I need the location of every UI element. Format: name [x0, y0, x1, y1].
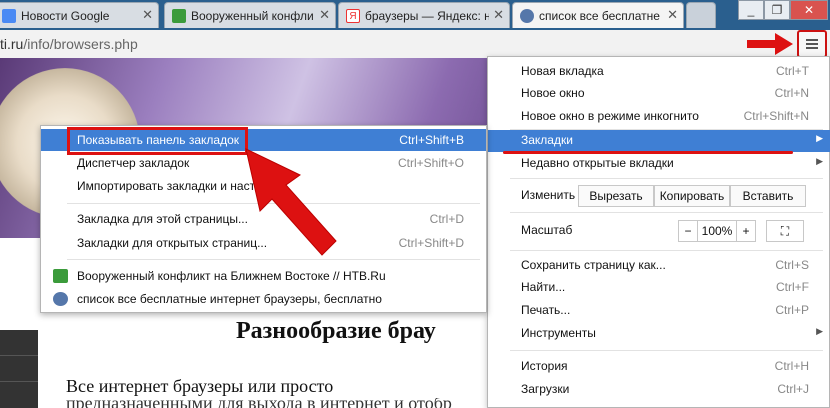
- menu-label: Новая вкладка: [521, 64, 604, 78]
- menu-shortcut: Ctrl+H: [774, 359, 809, 373]
- menu-shortcut: Ctrl+Shift+O: [397, 156, 464, 170]
- menu-label: Закладка для этой страницы...: [77, 212, 248, 226]
- restore-button[interactable]: ❐: [764, 0, 790, 20]
- submenu-arrow-icon: ▶: [816, 326, 823, 336]
- annotation-highlight-box: [67, 127, 248, 155]
- menu-tools[interactable]: Инструменты ▶: [488, 323, 830, 345]
- menu-shortcut: Ctrl+D: [429, 212, 464, 226]
- bookmark-item[interactable]: список все бесплатные интернет браузеры,…: [41, 288, 486, 310]
- menu-label: Печать...: [521, 303, 571, 317]
- page-body-text: Все интернет браузеры или просто: [66, 376, 334, 396]
- menu-divider: [510, 212, 823, 213]
- menu-recent-tabs[interactable]: Недавно открытые вкладки ▶: [488, 153, 830, 175]
- menu-label: Новое окно в режиме инкогнито: [521, 109, 699, 123]
- toolbar: ti.ru/info/browsers.php: [0, 30, 830, 59]
- address-bar[interactable]: ti.ru/info/browsers.php: [0, 36, 138, 52]
- menu-history[interactable]: История Ctrl+H: [488, 356, 830, 378]
- annotation-underline: [503, 151, 793, 154]
- menu-divider: [510, 178, 823, 179]
- red-arrow-annotation-icon: [747, 33, 793, 55]
- menu-divider: [510, 350, 823, 351]
- menu-label: Масштаб: [521, 223, 573, 237]
- menu-downloads[interactable]: Загрузки Ctrl+J: [488, 379, 830, 401]
- ntv-icon: [172, 9, 186, 23]
- tab-strip: Новости Google ✕ Вооруженный конфли ✕ Я …: [0, 0, 830, 30]
- site-icon: [520, 9, 534, 23]
- menu-shortcut: Ctrl+F: [776, 280, 809, 294]
- copy-button[interactable]: Копировать: [654, 185, 730, 207]
- submenu-arrow-icon: ▶: [816, 156, 823, 166]
- tab-google-news[interactable]: Новости Google ✕: [0, 2, 159, 28]
- tab-title: Новости Google: [21, 9, 110, 23]
- zoom-out-button[interactable]: −: [678, 220, 698, 242]
- close-window-button[interactable]: ✕: [790, 0, 828, 20]
- new-tab-button[interactable]: [686, 2, 716, 28]
- close-tab-icon[interactable]: ✕: [142, 7, 153, 23]
- menu-label: Сохранить страницу как...: [521, 258, 666, 272]
- site-icon: [53, 292, 68, 306]
- bookmark-label: Вооруженный конфликт на Ближнем Востоке …: [77, 269, 386, 283]
- close-tab-icon[interactable]: ✕: [667, 7, 678, 23]
- page-body-text-2: предназначенными для выхода в интернет и…: [66, 398, 452, 408]
- tab-ntv[interactable]: Вооруженный конфли ✕: [164, 2, 336, 28]
- menu-divider: [510, 250, 823, 251]
- menu-label: Изменить: [521, 188, 576, 202]
- close-tab-icon[interactable]: ✕: [319, 7, 330, 23]
- hamburger-menu-icon[interactable]: [797, 30, 827, 58]
- menu-shortcut: Ctrl+N: [774, 86, 809, 100]
- tab-active-site[interactable]: список все бесплатне ✕: [512, 2, 684, 28]
- cut-button[interactable]: Вырезать: [578, 185, 654, 207]
- tab-yandex[interactable]: Я браузеры — Яндекс: н ✕: [338, 2, 510, 28]
- menu-shortcut: Ctrl+S: [775, 258, 809, 272]
- page-heading: Разнообразие брау: [236, 318, 436, 344]
- menu-new-window[interactable]: Новое окно Ctrl+N: [488, 83, 830, 105]
- minimize-button[interactable]: _: [738, 0, 764, 20]
- close-tab-icon[interactable]: ✕: [493, 7, 504, 23]
- bookmark-item[interactable]: Вооруженный конфликт на Ближнем Востоке …: [41, 265, 486, 287]
- menu-bookmarks[interactable]: Закладки ▶: [488, 130, 830, 152]
- yandex-icon: Я: [346, 9, 360, 23]
- tab-title: Вооруженный конфли: [191, 9, 314, 23]
- menu-label: Закладки для открытых страниц...: [77, 236, 268, 250]
- menu-find[interactable]: Найти... Ctrl+F: [488, 277, 830, 299]
- menu-incognito-window[interactable]: Новое окно в режиме инкогнито Ctrl+Shift…: [488, 106, 830, 128]
- menu-shortcut: Ctrl+Shift+B: [399, 133, 464, 147]
- url-path: /info/browsers.php: [23, 36, 138, 52]
- ntv-icon: [53, 269, 68, 283]
- menu-label: Диспетчер закладок: [77, 156, 190, 170]
- page-left-sidebar: [0, 330, 38, 408]
- menu-shortcut: Ctrl+Shift+D: [398, 236, 464, 250]
- tab-title: список все бесплатне: [539, 9, 660, 23]
- chrome-main-menu: Новая вкладка Ctrl+T Новое окно Ctrl+N Н…: [487, 56, 830, 408]
- menu-new-tab[interactable]: Новая вкладка Ctrl+T: [488, 61, 830, 83]
- menu-shortcut: Ctrl+P: [775, 303, 809, 317]
- red-arrow-annotation-icon: [245, 148, 337, 256]
- menu-label: Загрузки: [521, 382, 570, 396]
- menu-label: Новое окно: [521, 86, 585, 100]
- tab-title: браузеры — Яндекс: н: [365, 9, 489, 23]
- bookmark-label: список все бесплатные интернет браузеры,…: [77, 292, 382, 306]
- menu-label: Закладки: [521, 133, 573, 147]
- menu-shortcut: Ctrl+Shift+N: [743, 109, 809, 123]
- fullscreen-icon[interactable]: ⛶: [766, 220, 804, 242]
- menu-label: Недавно открытые вкладки: [521, 156, 674, 170]
- zoom-in-button[interactable]: +: [736, 220, 756, 242]
- menu-shortcut: Ctrl+J: [777, 382, 809, 396]
- google-news-icon: [2, 9, 16, 23]
- zoom-level: 100%: [698, 220, 736, 242]
- menu-label: История: [521, 359, 568, 373]
- menu-save-page[interactable]: Сохранить страницу как... Ctrl+S: [488, 255, 830, 277]
- menu-label: Импортировать закладки и настр: [77, 179, 262, 193]
- paste-button[interactable]: Вставить: [730, 185, 806, 207]
- url-domain: ti.ru: [0, 36, 24, 52]
- menu-label: Найти...: [521, 280, 566, 294]
- menu-print[interactable]: Печать... Ctrl+P: [488, 300, 830, 322]
- menu-shortcut: Ctrl+T: [776, 64, 809, 78]
- submenu-arrow-icon: ▶: [816, 133, 823, 143]
- menu-label: Инструменты: [521, 326, 596, 340]
